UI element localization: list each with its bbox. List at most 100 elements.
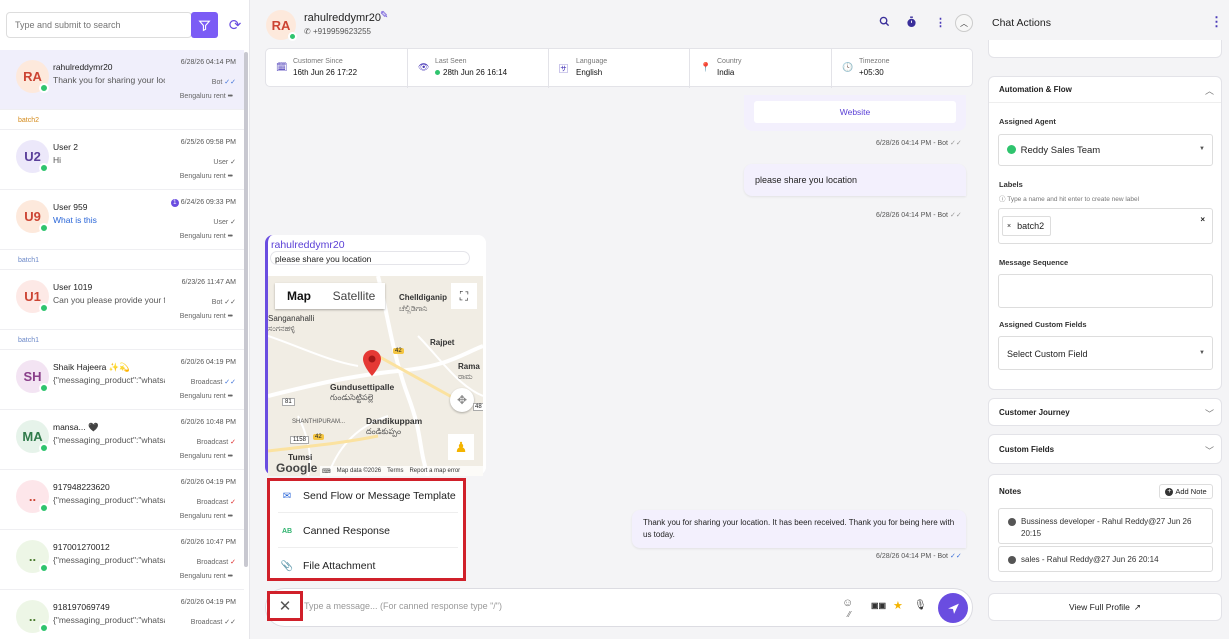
canned-response-option[interactable]: AB Canned Response [278,516,390,546]
more-dots-icon[interactable]: ••• [228,513,233,520]
timer-button[interactable] [906,16,917,31]
time-text: 6/23/26 11:47 AM [181,279,236,286]
map-data-text: Map data ©2026 [336,468,382,474]
automation-flow-title[interactable]: Automation & Flow [999,85,1072,94]
map-place-label: ಸಂಗನಹಳ್ಳಿ [268,324,295,333]
more-dots-icon[interactable]: ••• [228,313,233,320]
send-flow-template-option[interactable]: ✉ Send Flow or Message Template [278,481,456,511]
labels-input[interactable]: × batch2 × [998,208,1213,244]
read-receipt-icon: ✓✓ [949,140,962,147]
more-dots-icon[interactable]: ••• [228,393,233,400]
label-chip: × batch2 [1002,216,1052,236]
outgoing-message: Thank you for sharing your location. It … [632,510,966,548]
chat-source: User ✓ [213,158,236,166]
collapse-header-button[interactable]: ︿ [955,14,973,32]
message-sequence-select[interactable] [998,274,1213,308]
edit-name-icon[interactable]: ✎ [380,10,388,21]
map-tab[interactable]: Map [275,283,323,309]
pan-control[interactable]: ✥ [450,388,474,412]
chat-list-item[interactable]: RA rahulreddymr20 Thank you for sharing yo… [0,50,244,110]
chat-name: mansa... 🖤 [53,422,99,432]
view-full-profile-button[interactable]: View Full Profile ↗ [988,593,1222,621]
map-place-label: Sanganahalli [268,314,315,323]
chat-preview: {"messaging_product":"whatsapp [53,495,165,505]
assigned-agent-select[interactable]: Reddy Sales Team ▼ [998,134,1213,166]
custom-field-select[interactable]: Select Custom Field ▼ [998,336,1213,370]
map-place-label: ಚೆಲ್ಲಿಡಿಗಾನಿ [399,304,428,313]
message-input[interactable]: Type a message... (For canned response t… [304,601,502,611]
file-attachment-option[interactable]: 📎 File Attachment [278,551,376,581]
info-value: 16th Jun 26 17:22 [293,68,407,77]
custom-fields-title: Custom Fields [999,445,1055,454]
resize-handle[interactable]: ⁄⁄ [848,610,851,619]
chevron-down-icon: ﹀ [1205,409,1215,419]
chat-preview: Hi [53,155,62,165]
info-label: Language [576,58,608,65]
street-view-button[interactable]: ♟ [448,434,474,460]
resize-icon: ⁄⁄ [848,610,851,619]
map-place-label: SHANTHIPURAM... [292,419,346,425]
send-button[interactable] [938,593,968,623]
map-place-label: ರಾಮ [458,372,473,381]
chat-list-item[interactable]: U1 User 1019 Can you please provide your f… [0,270,244,330]
website-button[interactable]: Website [754,101,956,123]
chat-location: Bengaluru rent ••• [180,313,233,320]
add-note-button[interactable]: + Add Note [1159,484,1213,499]
search-input[interactable] [6,12,192,38]
more-options-button[interactable]: ⋮ [935,16,946,29]
chat-preview: {"messaging_product":"whatsapp [53,375,165,385]
favorite-button[interactable]: ★ [893,599,903,612]
batch-tag: batch2 [0,110,244,130]
chat-list-item[interactable]: .. 917948223620 {"messaging_product":"what… [0,470,244,530]
report-map-error-link[interactable]: Report a map error [409,468,460,474]
road-shield: 48 [473,403,483,411]
location-map[interactable]: Map Satellite Chelldiganip ಚೆಲ್ಲಿಡಿಗಾನಿ … [268,276,483,476]
chat-list-item[interactable]: .. 918197069749 {"messaging_product":"what… [0,590,244,639]
value-text: English [576,68,603,77]
info-label: Timezone [859,58,890,65]
more-dots-icon[interactable]: ••• [228,453,233,460]
chat-source: Broadcast ✓ [197,558,236,566]
voice-record-button[interactable]: 🎙 [914,600,927,611]
chat-name: Shaik Hajeera ✨💫 [53,362,130,372]
panel-menu-button[interactable]: ⋮ [1210,14,1223,30]
paperclip-icon: 📎 [280,560,294,572]
chat-list-item[interactable]: U2 User 2 Hi 6/25/26 09:58 PM User ✓ Bengalur… [0,130,244,190]
satellite-tab[interactable]: Satellite [323,283,385,309]
filter-button[interactable] [191,12,218,38]
fullscreen-icon: ⛶ [459,288,469,303]
chat-location: Bengaluru rent ••• [180,513,233,520]
source-text: Broadcast [190,619,223,626]
chat-name: 917948223620 [53,482,110,492]
avatar: .. [16,600,49,633]
fullscreen-button[interactable]: ⛶ [451,283,477,309]
time-text: 6/20/26 10:47 PM [180,539,236,546]
close-attachment-menu-button[interactable]: ✕ [267,591,303,621]
chat-list-scrollbar[interactable] [244,52,248,567]
meta-text: 6/28/26 04:14 PM - Bot [876,212,948,219]
chat-preview: Can you please provide your fu [53,295,165,305]
chat-preview: What is this [53,215,97,225]
quoted-author: rahulreddymr20 [271,239,345,251]
emoji-button[interactable]: ☺ [842,597,853,609]
chat-list-item[interactable]: SH Shaik Hajeera ✨💫 {"messaging_product":"… [0,350,244,410]
chevron-up-icon[interactable]: ︿ [1205,84,1214,97]
template-button[interactable]: ▣▣ [871,601,886,610]
terms-link[interactable]: Terms [387,468,403,474]
clear-labels-icon[interactable]: × [1200,215,1205,224]
remove-label-icon[interactable]: × [1007,223,1011,230]
refresh-button[interactable]: ⟳ [222,12,248,38]
chat-list-item[interactable]: .. 917001270012 {"messaging_product":"what… [0,530,244,590]
more-dots-icon[interactable]: ••• [228,573,233,580]
chat-preview: {"messaging_product":"whatsapp [53,555,165,565]
more-dots-icon[interactable]: ••• [228,173,233,180]
online-status-dot [39,503,49,513]
more-dots-icon[interactable]: ••• [228,233,233,240]
avatar-initials: .. [28,549,37,564]
search-chat-button[interactable] [879,16,890,30]
chat-list-item[interactable]: MA mansa... 🖤 {"messaging_product":"whatsa… [0,410,244,470]
timer-icon [907,16,916,28]
more-dots-icon[interactable]: ••• [228,93,233,100]
envelope-icon: ✉ [282,490,292,502]
chat-list-item[interactable]: U9 User 959 What is this 1 6/24/26 09:33 PM U… [0,190,244,250]
